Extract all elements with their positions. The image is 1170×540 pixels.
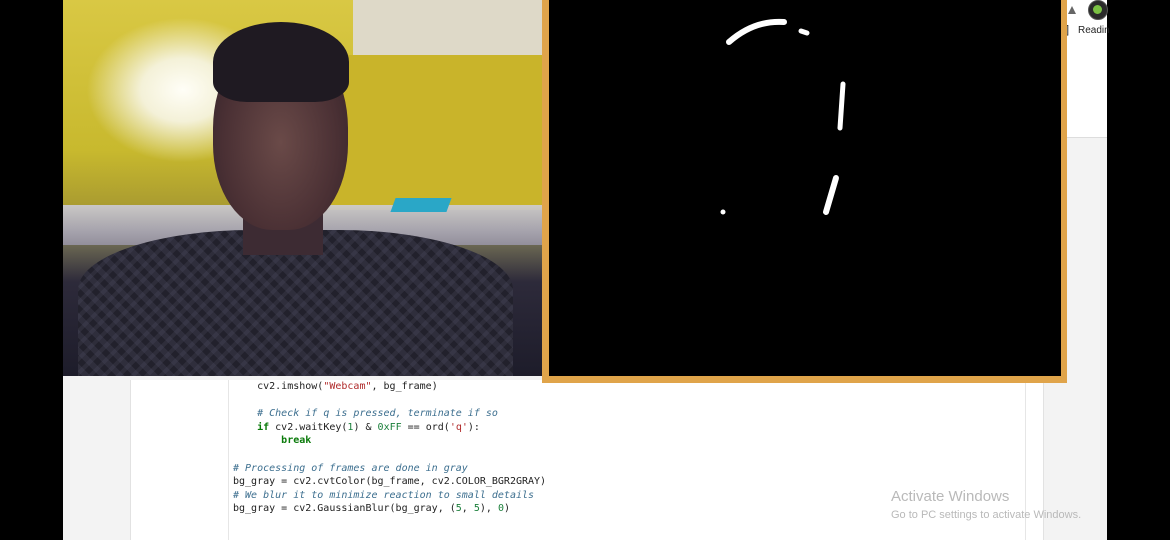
- code-line: cv2.imshow("Webcam", bg_frame): [233, 380, 546, 394]
- code-token: # Check if q is pressed, terminate if so: [257, 408, 498, 420]
- ceiling-area: [353, 0, 542, 55]
- code-token: ):: [467, 421, 480, 433]
- mask-blob-vertical-1: [837, 81, 846, 131]
- code-token: "Webcam": [323, 381, 372, 392]
- yellow-wall: [323, 55, 542, 210]
- code-token: break: [281, 435, 312, 447]
- code-token: bg_gray = cv2.GaussianBlur(bg_gray, (: [233, 503, 456, 515]
- webcam-window[interactable]: [63, 0, 542, 376]
- code-editor[interactable]: cv2.imshow("Webcam", bg_frame) # Check i…: [233, 380, 546, 516]
- code-token: if: [257, 421, 270, 433]
- code-token: cv2.waitKey(: [269, 421, 348, 433]
- code-line: # Check if q is pressed, terminate if so: [233, 407, 546, 421]
- code-token: ) &: [353, 421, 378, 433]
- mask-blob-vertical-2: [823, 175, 839, 215]
- code-token: # We blur it to minimize reaction to sma…: [233, 489, 535, 501]
- code-line: if cv2.waitKey(1) & 0xFF == ord('q'):: [233, 421, 546, 435]
- activate-windows-watermark: Activate Windows Go to PC settings to ac…: [891, 488, 1081, 521]
- mask-blob-arc: [726, 18, 787, 45]
- code-token: ),: [479, 503, 498, 515]
- code-line: bg_gray = cv2.cvtColor(bg_frame, cv2.COL…: [233, 475, 546, 489]
- code-token: , bg_frame): [371, 381, 438, 392]
- code-token: ): [503, 503, 510, 515]
- profile-avatar-icon[interactable]: [1088, 0, 1108, 20]
- code-token: 0xFF: [377, 421, 402, 433]
- reading-list-button[interactable]: Readin: [1078, 25, 1110, 36]
- mask-blob-dot: [720, 209, 726, 215]
- code-line: break: [233, 434, 546, 448]
- cyan-object: [390, 198, 452, 212]
- code-line: # Processing of frames are done in gray: [233, 462, 546, 476]
- code-token: 'q': [449, 421, 468, 433]
- code-token: ,: [461, 503, 474, 515]
- code-line: bg_gray = cv2.GaussianBlur(bg_gray, (5, …: [233, 502, 546, 516]
- browser-window-edge: [1063, 0, 1107, 138]
- code-line: # We blur it to minimize reaction to sma…: [233, 489, 546, 503]
- code-token: # Processing of frames are done in gray: [233, 462, 468, 474]
- watermark-title: Activate Windows: [891, 488, 1010, 505]
- watermark-subtitle: Go to PC settings to activate Windows.: [891, 509, 1082, 521]
- mask-canvas: [720, 18, 846, 215]
- extension-icon[interactable]: [1066, 3, 1078, 15]
- mask-blob-dash: [798, 28, 810, 36]
- person-hair: [213, 22, 349, 102]
- mask-window[interactable]: [549, 0, 1061, 376]
- code-token: bg_gray = cv2.cvtColor(bg_frame, cv2.COL…: [233, 476, 547, 488]
- code-token: == ord(: [401, 421, 450, 433]
- code-token: cv2.imshow(: [257, 381, 324, 392]
